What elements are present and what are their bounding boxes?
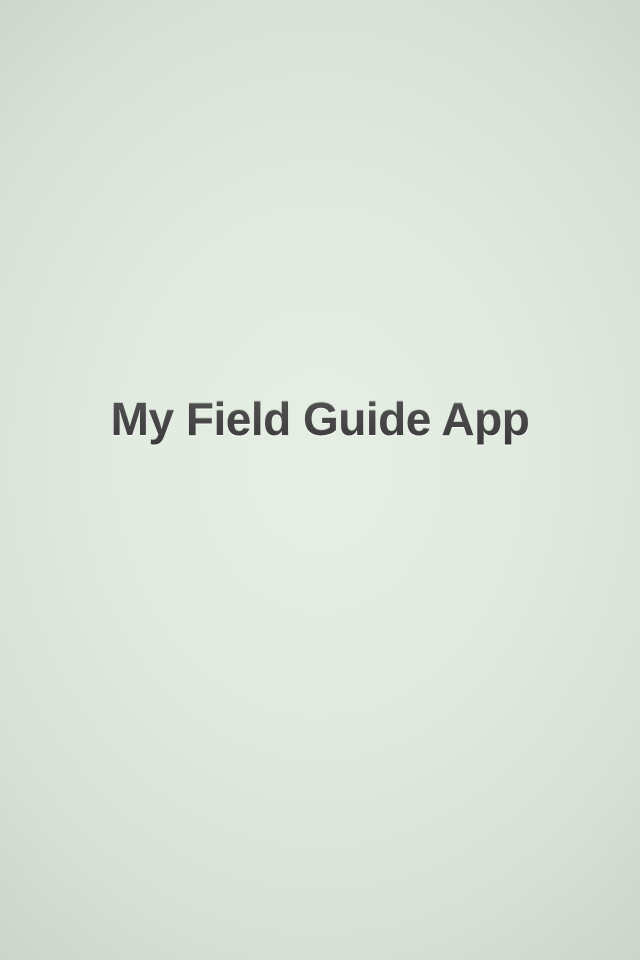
splash-screen: My Field Guide App xyxy=(0,0,640,960)
app-title: My Field Guide App xyxy=(0,392,640,446)
